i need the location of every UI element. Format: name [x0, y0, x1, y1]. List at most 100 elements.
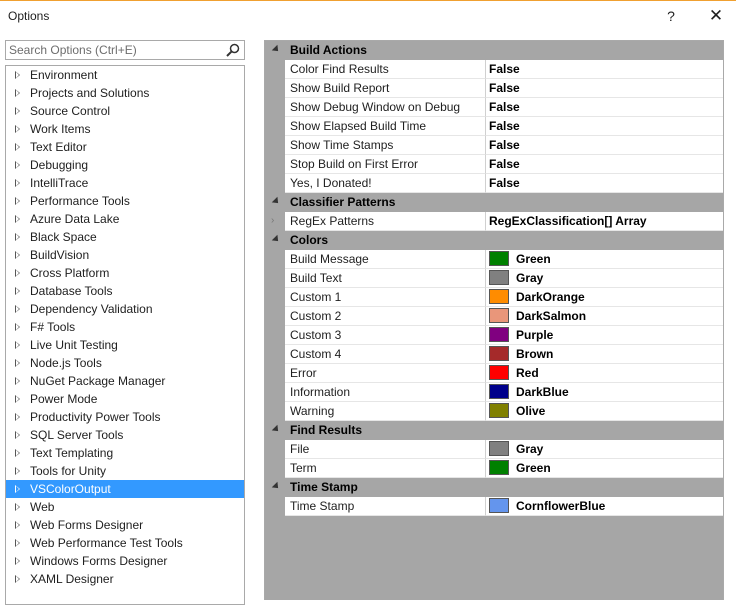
- expand-arrow-icon[interactable]: [15, 143, 20, 151]
- property-value[interactable]: False: [486, 174, 723, 193]
- collapse-arrow-icon[interactable]: [271, 234, 281, 244]
- expand-arrow-icon[interactable]: [15, 305, 20, 313]
- expand-arrow-icon[interactable]: [15, 413, 20, 421]
- tree-item[interactable]: Windows Forms Designer: [6, 552, 244, 570]
- expand-arrow-icon[interactable]: [15, 323, 20, 331]
- tree-item[interactable]: Live Unit Testing: [6, 336, 244, 354]
- property-name[interactable]: File: [285, 440, 486, 459]
- property-row[interactable]: Warning Olive: [265, 402, 723, 421]
- property-row[interactable]: Information DarkBlue: [265, 383, 723, 402]
- expand-arrow-icon[interactable]: [15, 233, 20, 241]
- tree-item[interactable]: Work Items: [6, 120, 244, 138]
- tree-item[interactable]: SQL Server Tools: [6, 426, 244, 444]
- expand-arrow-icon[interactable]: [15, 179, 20, 187]
- tree-item[interactable]: Environment: [6, 66, 244, 84]
- property-row[interactable]: › RegEx Patterns RegExClassification[] Arr…: [265, 212, 723, 231]
- property-value[interactable]: Olive: [486, 402, 723, 421]
- collapse-arrow-icon[interactable]: [271, 481, 281, 491]
- property-row[interactable]: Build Text Gray: [265, 269, 723, 288]
- property-name[interactable]: Information: [285, 383, 486, 402]
- tree-item[interactable]: Web: [6, 498, 244, 516]
- tree-item[interactable]: Web Forms Designer: [6, 516, 244, 534]
- property-value[interactable]: Green: [486, 459, 723, 478]
- expand-arrow-icon[interactable]: [15, 107, 20, 115]
- property-row[interactable]: Yes, I Donated! False: [265, 174, 723, 193]
- property-name[interactable]: Warning: [285, 402, 486, 421]
- property-value[interactable]: False: [486, 79, 723, 98]
- property-name[interactable]: Custom 3: [285, 326, 486, 345]
- property-row[interactable]: Custom 4 Brown: [265, 345, 723, 364]
- property-name[interactable]: Term: [285, 459, 486, 478]
- tree-item[interactable]: VSColorOutput: [6, 480, 244, 498]
- property-name[interactable]: Stop Build on First Error: [285, 155, 486, 174]
- tree-item[interactable]: BuildVision: [6, 246, 244, 264]
- expand-arrow-icon[interactable]: [15, 431, 20, 439]
- property-name[interactable]: Time Stamp: [285, 497, 486, 516]
- expand-arrow-icon[interactable]: [15, 251, 20, 259]
- tree-item[interactable]: Node.js Tools: [6, 354, 244, 372]
- property-name[interactable]: Custom 2: [285, 307, 486, 326]
- property-value[interactable]: False: [486, 60, 723, 79]
- property-row[interactable]: Color Find Results False: [265, 60, 723, 79]
- property-value[interactable]: Gray: [486, 269, 723, 288]
- expand-arrow-icon[interactable]: [15, 215, 20, 223]
- tree-item[interactable]: Debugging: [6, 156, 244, 174]
- tree-item[interactable]: Tools for Unity: [6, 462, 244, 480]
- expand-chevron-icon[interactable]: ›: [271, 216, 274, 226]
- expand-arrow-icon[interactable]: [15, 71, 20, 79]
- expand-arrow-icon[interactable]: [15, 359, 20, 367]
- tree-item[interactable]: Dependency Validation: [6, 300, 244, 318]
- property-row[interactable]: Custom 3 Purple: [265, 326, 723, 345]
- search-icon[interactable]: [225, 43, 241, 57]
- property-name[interactable]: Color Find Results: [285, 60, 486, 79]
- tree-item[interactable]: Database Tools: [6, 282, 244, 300]
- property-name[interactable]: Show Debug Window on Debug: [285, 98, 486, 117]
- tree-item[interactable]: Text Editor: [6, 138, 244, 156]
- property-name[interactable]: Build Message: [285, 250, 486, 269]
- tree-item[interactable]: Projects and Solutions: [6, 84, 244, 102]
- tree-item[interactable]: Text Templating: [6, 444, 244, 462]
- expand-arrow-icon[interactable]: [15, 395, 20, 403]
- expand-arrow-icon[interactable]: [15, 539, 20, 547]
- property-row[interactable]: Show Build Report False: [265, 79, 723, 98]
- tree-item[interactable]: Power Mode: [6, 390, 244, 408]
- property-name[interactable]: Error: [285, 364, 486, 383]
- tree-item[interactable]: Cross Platform: [6, 264, 244, 282]
- property-row[interactable]: Term Green: [265, 459, 723, 478]
- category-header[interactable]: Build Actions: [265, 41, 723, 60]
- help-button[interactable]: ?: [656, 3, 686, 29]
- property-value[interactable]: Gray: [486, 440, 723, 459]
- tree-item[interactable]: IntelliTrace: [6, 174, 244, 192]
- expand-arrow-icon[interactable]: [15, 341, 20, 349]
- property-row[interactable]: Show Time Stamps False: [265, 136, 723, 155]
- expand-arrow-icon[interactable]: [15, 269, 20, 277]
- tree-item[interactable]: Black Space: [6, 228, 244, 246]
- property-value[interactable]: DarkOrange: [486, 288, 723, 307]
- tree-item[interactable]: Source Control: [6, 102, 244, 120]
- tree-item[interactable]: Performance Tools: [6, 192, 244, 210]
- expand-arrow-icon[interactable]: [15, 467, 20, 475]
- close-button[interactable]: ✕: [700, 3, 732, 29]
- property-value[interactable]: False: [486, 155, 723, 174]
- property-name[interactable]: Custom 1: [285, 288, 486, 307]
- property-name[interactable]: Yes, I Donated!: [285, 174, 486, 193]
- category-header[interactable]: Colors: [265, 231, 723, 250]
- property-value[interactable]: DarkBlue: [486, 383, 723, 402]
- property-name[interactable]: Build Text: [285, 269, 486, 288]
- property-row[interactable]: Error Red: [265, 364, 723, 383]
- collapse-arrow-icon[interactable]: [271, 196, 281, 206]
- expand-arrow-icon[interactable]: [15, 449, 20, 457]
- property-row[interactable]: Show Debug Window on Debug False: [265, 98, 723, 117]
- property-row[interactable]: Build Message Green: [265, 250, 723, 269]
- expand-arrow-icon[interactable]: [15, 125, 20, 133]
- expand-arrow-icon[interactable]: [15, 575, 20, 583]
- tree-item[interactable]: NuGet Package Manager: [6, 372, 244, 390]
- expand-arrow-icon[interactable]: [15, 287, 20, 295]
- property-row[interactable]: Custom 1 DarkOrange: [265, 288, 723, 307]
- property-value[interactable]: CornflowerBlue: [486, 497, 723, 516]
- property-name[interactable]: Show Build Report: [285, 79, 486, 98]
- property-name[interactable]: Custom 4: [285, 345, 486, 364]
- property-value[interactable]: False: [486, 98, 723, 117]
- property-row[interactable]: Time Stamp CornflowerBlue: [265, 497, 723, 516]
- property-row[interactable]: File Gray: [265, 440, 723, 459]
